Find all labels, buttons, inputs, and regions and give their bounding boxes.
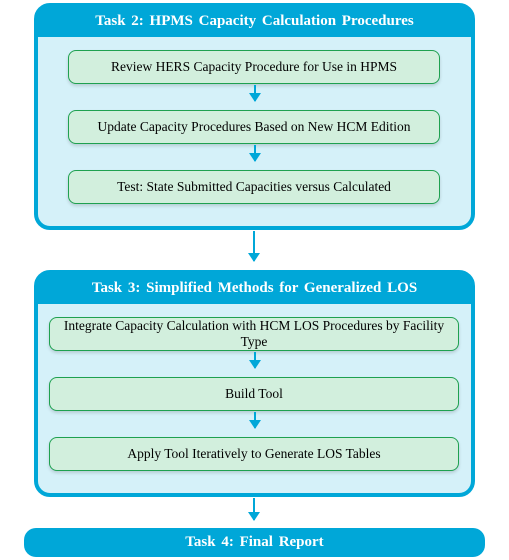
arrow-icon [253, 231, 255, 261]
task3-step-3: Apply Tool Iteratively to Generate LOS T… [49, 437, 459, 471]
arrow-icon [253, 498, 255, 520]
task2-block: Task 2: HPMS Capacity Calculation Proced… [34, 3, 475, 230]
arrow-icon [254, 85, 256, 101]
task3-title: Task 3: Simplified Methods for Generaliz… [38, 274, 471, 304]
task2-title: Task 2: HPMS Capacity Calculation Proced… [38, 7, 471, 37]
task3-step-1: Integrate Capacity Calculation with HCM … [49, 317, 459, 351]
task3-block: Task 3: Simplified Methods for Generaliz… [34, 270, 475, 497]
arrow-icon [254, 412, 256, 428]
arrow-icon [254, 145, 256, 161]
task4-bar: Task 4: Final Report [24, 528, 485, 557]
arrow-icon [254, 352, 256, 368]
task3-step-2: Build Tool [49, 377, 459, 411]
task2-step-3: Test: State Submitted Capacities versus … [68, 170, 440, 204]
task2-step-2: Update Capacity Procedures Based on New … [68, 110, 440, 144]
task2-step-1: Review HERS Capacity Procedure for Use i… [68, 50, 440, 84]
